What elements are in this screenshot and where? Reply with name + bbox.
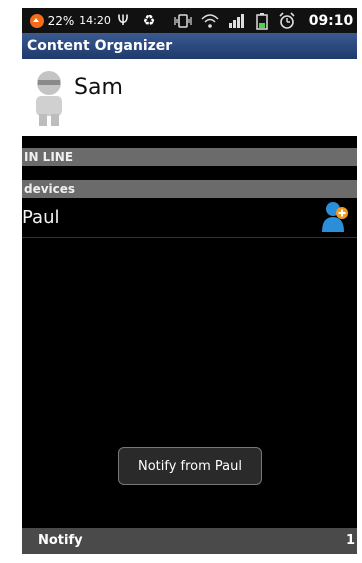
alarm-icon bbox=[277, 11, 297, 30]
add-contact-icon[interactable] bbox=[321, 199, 349, 235]
notify-count: 1 bbox=[345, 533, 355, 548]
recycle-icon: ♻ bbox=[142, 12, 156, 29]
notification-badge-icon bbox=[28, 11, 46, 30]
wifi-icon bbox=[199, 11, 221, 30]
notify-bar[interactable]: Notify 1 bbox=[22, 528, 357, 554]
contact-name: Paul bbox=[22, 207, 60, 228]
profile-name: Sam bbox=[74, 75, 123, 100]
usb-icon: Ψ bbox=[117, 12, 129, 29]
battery-icon bbox=[254, 11, 270, 30]
battery-percent: 22% bbox=[47, 13, 75, 28]
contact-row[interactable]: Paul bbox=[22, 198, 357, 238]
toast-notification: Notify from Paul bbox=[118, 447, 262, 485]
app-title-bar: Content Organizer bbox=[22, 33, 357, 59]
section-devices-header: devices bbox=[22, 180, 357, 198]
vibrate-icon bbox=[172, 11, 194, 30]
section-online-header: IN LINE bbox=[22, 148, 357, 166]
avatar-icon bbox=[29, 69, 69, 127]
clock-small: 14:20 bbox=[79, 14, 111, 27]
status-time: 09:10 bbox=[308, 12, 354, 29]
signal-icon bbox=[227, 11, 247, 30]
phone-screen: 22% 14:20 Ψ ♻ 09:10 Content Organizer Sa… bbox=[22, 8, 357, 554]
profile-header: Sam bbox=[22, 59, 357, 136]
notify-label: Notify bbox=[38, 533, 83, 548]
status-bar: 22% 14:20 Ψ ♻ 09:10 bbox=[22, 8, 357, 33]
